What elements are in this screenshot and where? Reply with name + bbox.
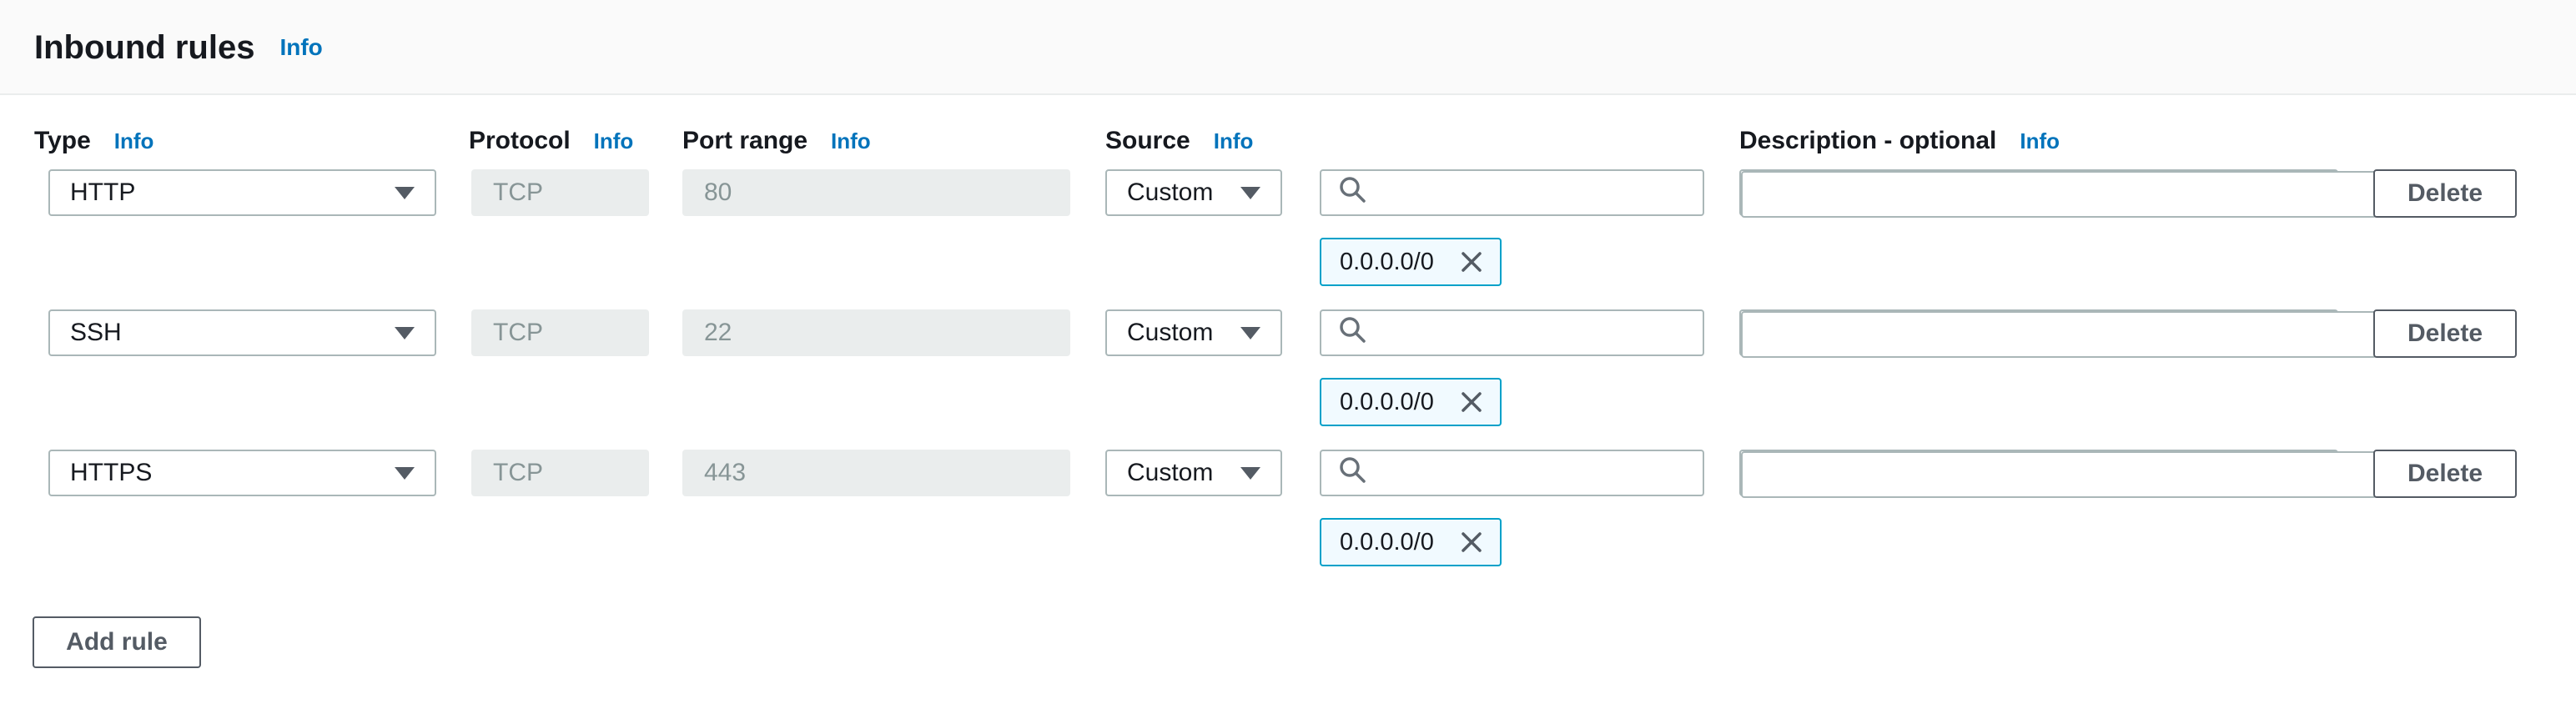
source-search-input[interactable] bbox=[1320, 169, 1704, 216]
inbound-rules-panel: Inbound rules Info Type Info Protocol In… bbox=[0, 0, 2576, 714]
page-title: Inbound rules bbox=[34, 29, 254, 67]
delete-rule-button[interactable]: Delete bbox=[2373, 309, 2517, 358]
chevron-down-icon bbox=[395, 327, 415, 339]
cidr-chip: 0.0.0.0/0 bbox=[1320, 518, 1502, 566]
remove-chip-icon[interactable] bbox=[1455, 385, 1488, 419]
remove-chip-icon[interactable] bbox=[1455, 525, 1488, 559]
chevron-down-icon bbox=[1240, 467, 1260, 480]
delete-rule-button[interactable]: Delete bbox=[2373, 169, 2517, 218]
protocol-info-link[interactable]: Info bbox=[594, 128, 634, 154]
source-select[interactable]: Custom bbox=[1105, 169, 1282, 216]
inbound-rules-info-link[interactable]: Info bbox=[279, 34, 322, 61]
protocol-field: TCP bbox=[471, 309, 649, 356]
port-range-info-link[interactable]: Info bbox=[831, 128, 871, 154]
port-range-field: 80 bbox=[682, 169, 1070, 216]
source-search-box bbox=[1320, 309, 1704, 356]
type-select-value: SSH bbox=[70, 319, 122, 347]
port-range-value: 443 bbox=[704, 459, 746, 487]
description-input[interactable] bbox=[1741, 171, 2377, 218]
type-select-value: HTTPS bbox=[70, 459, 152, 487]
protocol-field: TCP bbox=[471, 450, 649, 496]
source-select-value: Custom bbox=[1127, 459, 1213, 487]
cidr-chip-label: 0.0.0.0/0 bbox=[1340, 389, 1434, 416]
cidr-chip-label: 0.0.0.0/0 bbox=[1340, 249, 1434, 276]
protocol-value: TCP bbox=[493, 319, 543, 347]
protocol-value: TCP bbox=[493, 178, 543, 207]
source-search-box bbox=[1320, 169, 1704, 216]
source-select[interactable]: Custom bbox=[1105, 450, 1282, 496]
cidr-chip-label: 0.0.0.0/0 bbox=[1340, 529, 1434, 556]
type-column-label: Type bbox=[34, 127, 91, 155]
source-select-value: Custom bbox=[1127, 178, 1213, 207]
source-search-input[interactable] bbox=[1320, 309, 1704, 356]
type-select-value: HTTP bbox=[70, 178, 135, 207]
source-search-input[interactable] bbox=[1320, 450, 1704, 496]
column-header-description: Description - optional Info bbox=[1739, 127, 2060, 155]
type-info-link[interactable]: Info bbox=[114, 128, 154, 154]
panel-header: Inbound rules Info bbox=[0, 0, 2576, 95]
description-input-wrap bbox=[1739, 309, 2338, 356]
chevron-down-icon bbox=[1240, 327, 1260, 339]
type-select[interactable]: HTTP bbox=[48, 169, 436, 216]
description-input[interactable] bbox=[1741, 311, 2377, 358]
description-column-label: Description - optional bbox=[1739, 127, 1996, 155]
cidr-chip: 0.0.0.0/0 bbox=[1320, 378, 1502, 426]
protocol-value: TCP bbox=[493, 459, 543, 487]
description-input-wrap bbox=[1739, 169, 2338, 216]
source-column-label: Source bbox=[1105, 127, 1190, 155]
port-range-column-label: Port range bbox=[682, 127, 808, 155]
source-info-link[interactable]: Info bbox=[1214, 128, 1254, 154]
type-select[interactable]: HTTPS bbox=[48, 450, 436, 496]
rule-row-ssh: SSH TCP 22 Custom 0.0.0.0/0 Delet bbox=[0, 309, 2576, 435]
column-header-row: Type Info Protocol Info Port range Info … bbox=[0, 127, 2576, 160]
chevron-down-icon bbox=[395, 467, 415, 480]
cidr-chip: 0.0.0.0/0 bbox=[1320, 238, 1502, 286]
source-select-value: Custom bbox=[1127, 319, 1213, 347]
protocol-field: TCP bbox=[471, 169, 649, 216]
description-info-link[interactable]: Info bbox=[2020, 128, 2060, 154]
column-header-protocol: Protocol Info bbox=[469, 127, 633, 155]
rule-row-https: HTTPS TCP 443 Custom 0.0.0.0/0 De bbox=[0, 450, 2576, 575]
port-range-field: 22 bbox=[682, 309, 1070, 356]
description-input-wrap bbox=[1739, 450, 2338, 496]
source-search-box bbox=[1320, 450, 1704, 496]
add-rule-button[interactable]: Add rule bbox=[33, 616, 201, 668]
delete-rule-button[interactable]: Delete bbox=[2373, 450, 2517, 498]
remove-chip-icon[interactable] bbox=[1455, 245, 1488, 279]
port-range-field: 443 bbox=[682, 450, 1070, 496]
chevron-down-icon bbox=[1240, 187, 1260, 199]
protocol-column-label: Protocol bbox=[469, 127, 571, 155]
rule-row-http: HTTP TCP 80 Custom 0.0.0.0/0 Dele bbox=[0, 169, 2576, 294]
port-range-value: 80 bbox=[704, 178, 732, 207]
port-range-value: 22 bbox=[704, 319, 732, 347]
column-header-type: Type Info bbox=[34, 127, 153, 155]
column-header-port-range: Port range Info bbox=[682, 127, 871, 155]
column-header-source: Source Info bbox=[1105, 127, 1253, 155]
chevron-down-icon bbox=[395, 187, 415, 199]
description-input[interactable] bbox=[1741, 451, 2377, 498]
source-select[interactable]: Custom bbox=[1105, 309, 1282, 356]
type-select[interactable]: SSH bbox=[48, 309, 436, 356]
